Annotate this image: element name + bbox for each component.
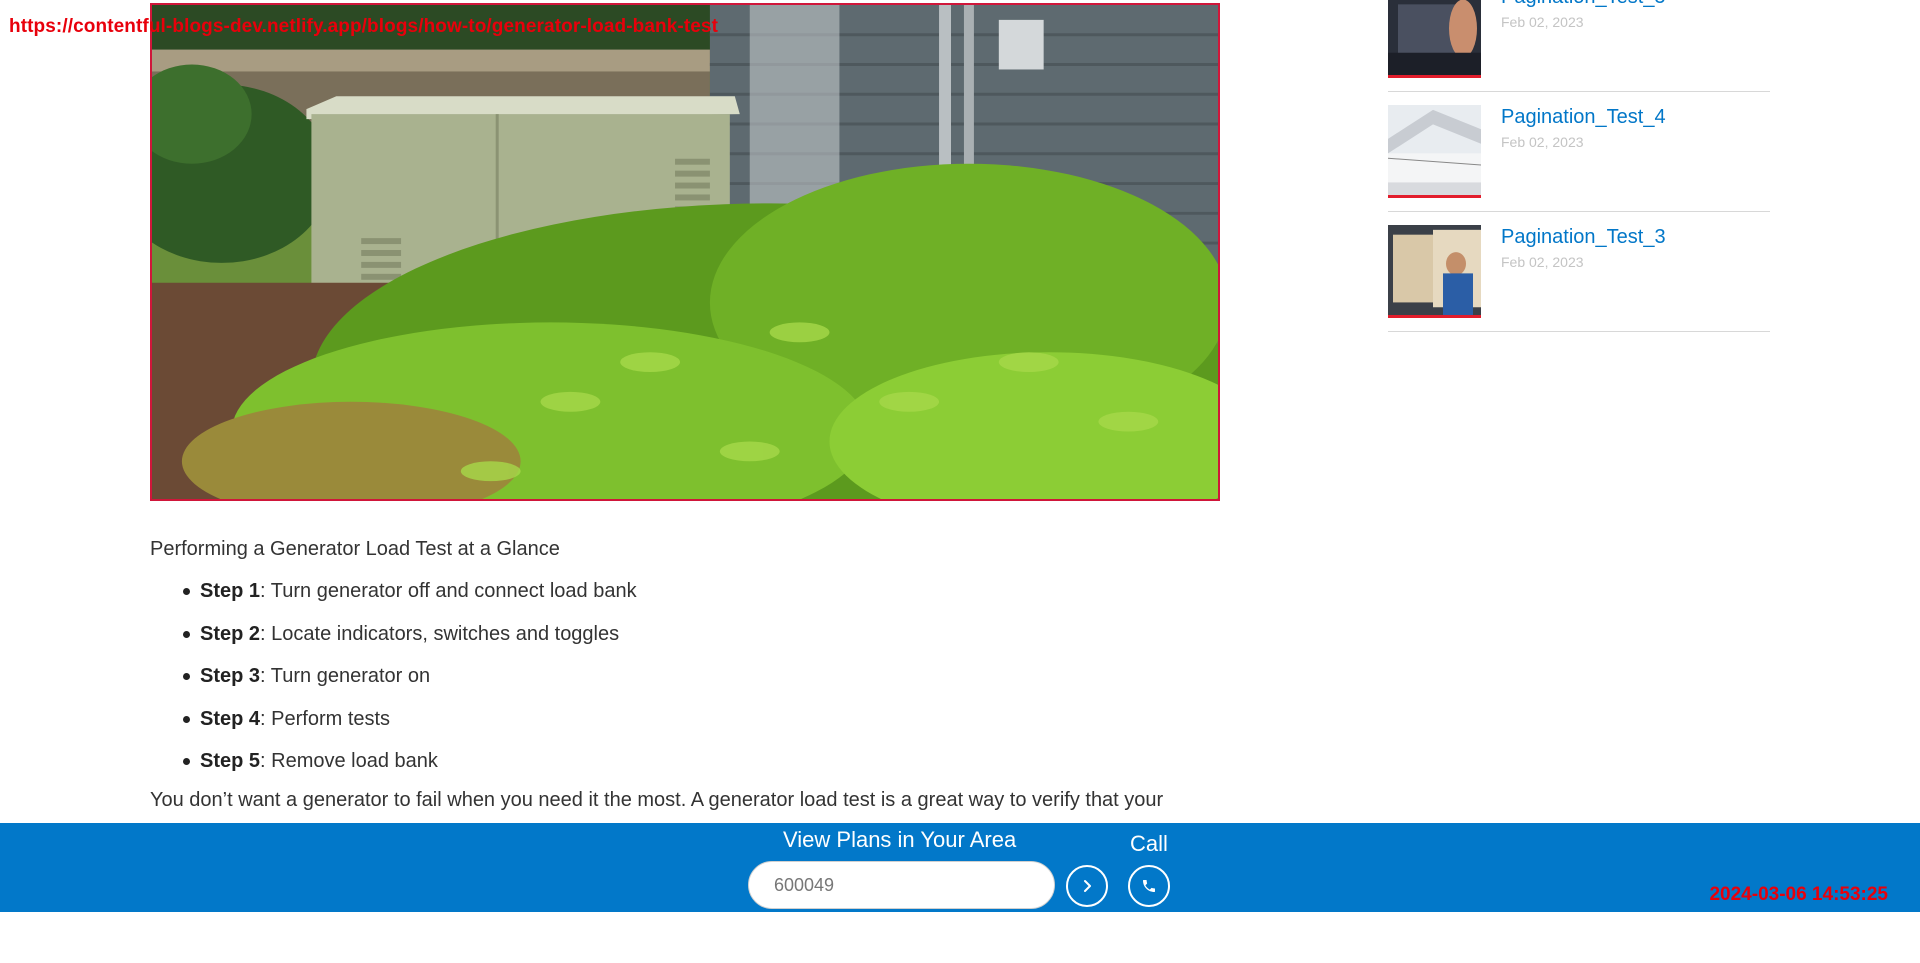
sticky-plans-bar: View Plans in Your Area Call [0, 823, 1920, 912]
phone-icon [1143, 880, 1155, 892]
step-item-5: Step 5: Remove load bank [183, 749, 1220, 773]
step-label: Step 3 [200, 665, 261, 687]
step-text: : Locate indicators, switches and toggle… [260, 622, 620, 645]
step-item-4: Step 4: Perform tests [183, 707, 1220, 731]
thumbnail-image [1388, 225, 1481, 315]
post-thumbnail[interactable] [1388, 225, 1481, 318]
article-heading: Performing a Generator Load Test at a Gl… [150, 538, 560, 560]
step-item-2: Step 2: Locate indicators, switches and … [183, 622, 1220, 646]
call-label: Call [1130, 831, 1168, 856]
post-title-link[interactable]: Pagination_Test_3 [1501, 226, 1666, 249]
post-date: Feb 02, 2023 [1501, 14, 1584, 30]
view-plans-label: View Plans in Your Area [783, 827, 1017, 852]
zip-code-input[interactable] [748, 861, 1055, 909]
chevron-right-icon [1084, 880, 1091, 892]
article-paragraph: You don’t want a generator to fail when … [150, 788, 1164, 811]
post-title-link[interactable]: Pagination_Test_4 [1501, 106, 1666, 129]
post-date: Feb 02, 2023 [1501, 134, 1584, 150]
post-thumbnail[interactable] [1388, 105, 1481, 198]
steps-list: Step 1: Turn generator off and connect l… [183, 579, 1220, 773]
step-label: Step 1 [200, 580, 261, 602]
article-body: Performing a Generator Load Test at a Gl… [150, 538, 1220, 812]
post-date: Feb 02, 2023 [1501, 254, 1584, 270]
thumbnail-image [1388, 105, 1481, 195]
generator-garden-illustration [152, 5, 1218, 499]
related-post-item[interactable]: Pagination_Test_4 Feb 02, 2023 [1388, 92, 1770, 212]
related-post-item[interactable]: Pagination_Test_3 Feb 02, 2023 [1388, 212, 1770, 332]
call-button[interactable] [1128, 865, 1170, 907]
step-text: : Turn generator on [260, 665, 431, 687]
step-label: Step 5 [200, 750, 261, 772]
timestamp-overlay: 2024-03-06 14:53:25 [1709, 884, 1888, 905]
post-thumbnail[interactable] [1388, 0, 1481, 78]
related-post-item[interactable]: Pagination_Test_5 Feb 02, 2023 [1388, 0, 1770, 92]
post-title-link[interactable]: Pagination_Test_5 [1501, 0, 1666, 9]
step-text: : Turn generator off and connect load ba… [260, 580, 637, 602]
thumbnail-image [1388, 0, 1481, 75]
step-item-3: Step 3: Turn generator on [183, 664, 1220, 688]
step-label: Step 2 [200, 622, 261, 645]
go-button[interactable] [1066, 865, 1108, 907]
hero-image [150, 3, 1220, 501]
step-text: : Remove load bank [260, 750, 438, 772]
url-overlay: https://contentful-blogs-dev.netlify.app… [9, 16, 719, 37]
related-posts-sidebar: Pagination_Test_5 Feb 02, 2023 Paginatio… [1388, 0, 1770, 332]
step-text: : Perform tests [260, 707, 391, 730]
step-item-1: Step 1: Turn generator off and connect l… [183, 579, 1220, 603]
step-label: Step 4 [200, 707, 261, 730]
